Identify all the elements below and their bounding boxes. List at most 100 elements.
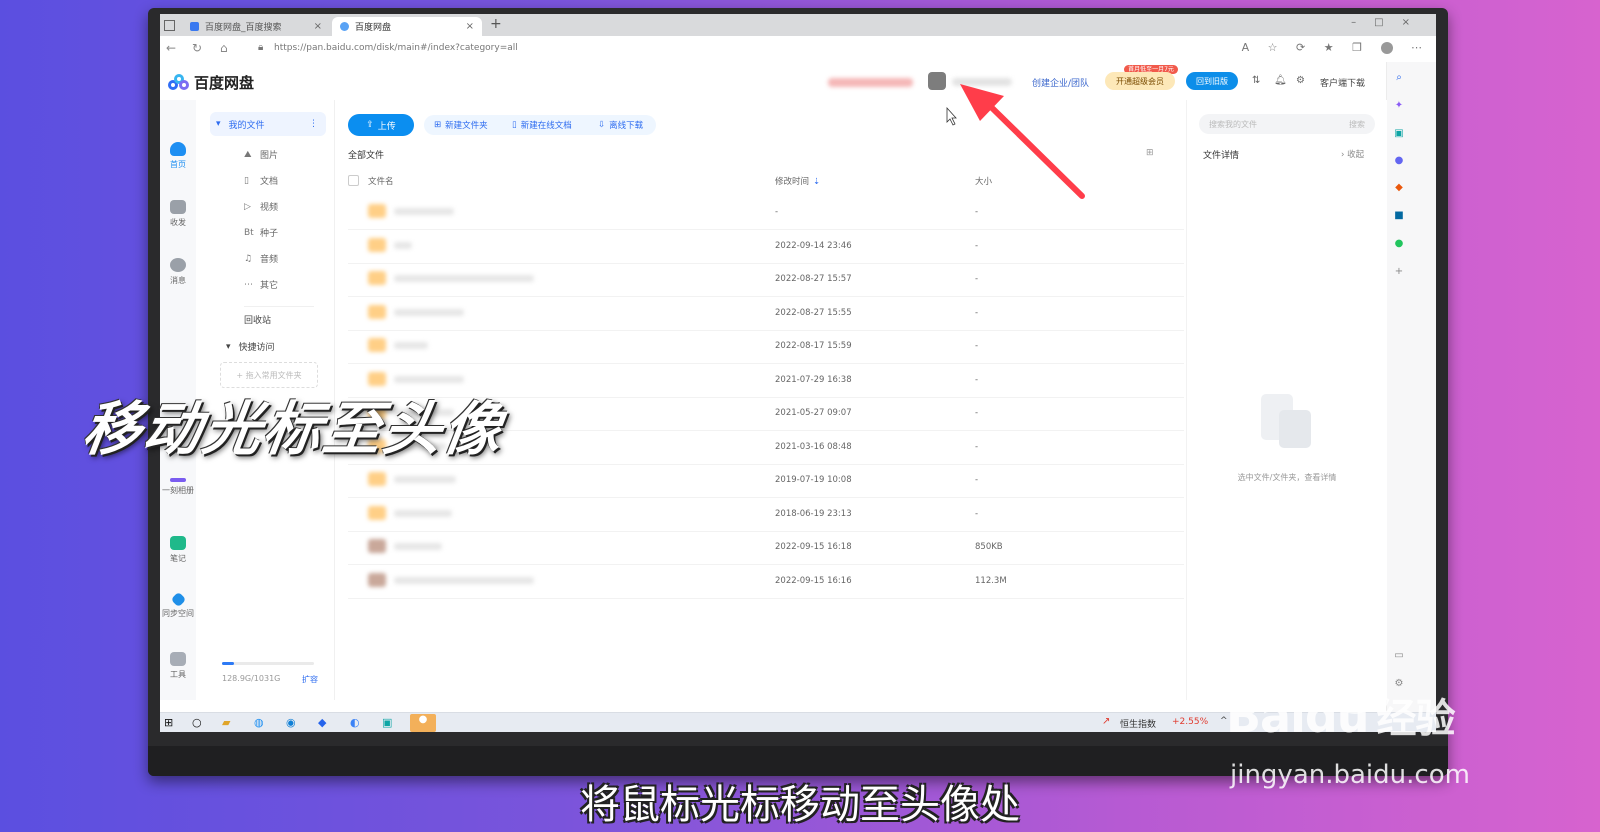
rail-item-album[interactable]: 一刻相册 [160,478,196,496]
new-online-doc-button[interactable]: ▯ 新建在线文档 [504,115,580,135]
nav-category-other[interactable]: ⋯ 其它 [244,278,278,292]
app-icon-5[interactable]: ▣ [382,716,392,729]
column-name[interactable]: 文件名 [368,175,394,187]
new-tab-icon[interactable]: + [490,16,502,32]
sidebar-games-icon[interactable]: ● [1387,238,1411,249]
more-icon[interactable]: ⋯ [1411,41,1422,54]
select-all-checkbox[interactable] [348,175,359,186]
app-icon-3[interactable]: ◆ [318,716,326,729]
favorites-icon[interactable]: ★ [1324,41,1334,54]
breadcrumb[interactable]: 全部文件 [348,148,384,161]
app-logo[interactable]: 百度网盘 [168,72,254,93]
blurred-file-name[interactable] [394,208,454,215]
blurred-file-name[interactable] [394,241,412,249]
upload-button[interactable]: ⇪ 上传 [348,114,414,136]
client-download-link[interactable]: 客户端下载 [1320,76,1365,89]
app-icon-pan-active[interactable]: ● [410,714,436,732]
window-controls[interactable]: –□× [1351,17,1428,28]
cell-modified: 2022-08-27 15:55 [775,307,852,318]
blurred-file-name[interactable] [394,509,452,517]
collections-icon[interactable]: ❐ [1352,41,1362,54]
user-avatar[interactable] [928,72,946,90]
table-row[interactable]: 2022-09-15 16:16 112.3M [348,565,1184,599]
home-icon[interactable]: ⌂ [220,41,228,55]
sidebar-office-icon[interactable]: ◆ [1387,182,1411,193]
nav-my-files[interactable]: ▾ 我的文件 ⋮ [210,112,326,136]
stock-name[interactable]: 恒生指数 [1120,717,1156,730]
sidebar-tools-icon[interactable]: ▣ [1387,128,1411,139]
sidebar-copilot-icon[interactable]: ✦ [1387,100,1411,111]
sidebar-layout-icon[interactable]: ▭ [1387,650,1411,661]
blurred-file-name[interactable] [394,275,534,282]
table-row[interactable]: 2022-08-17 15:59 - [348,330,1184,364]
settings-icon[interactable]: ⚙ [1296,75,1305,86]
read-aloud-icon[interactable]: A [1242,41,1250,54]
old-version-button[interactable]: 回到旧版 [1186,72,1238,90]
nav-category-torrent[interactable]: Bt 种子 [244,226,278,240]
create-enterprise-link[interactable]: 创建企业/团队 [1032,76,1089,89]
more-options-icon[interactable]: ⋮ [309,119,318,129]
back-icon[interactable]: ← [166,41,176,55]
table-row[interactable]: 2022-09-14 23:46 - [348,230,1184,264]
table-row[interactable]: 2022-08-27 15:55 - [348,297,1184,331]
nav-category-docs[interactable]: ▯ 文档 [244,174,278,188]
rail-label: 一刻相册 [162,486,194,495]
blurred-file-name[interactable] [394,342,428,349]
sidebar-add-icon[interactable]: + [1387,266,1411,277]
stock-change[interactable]: +2.55% [1172,717,1208,727]
search-button[interactable]: 搜索 [1349,119,1365,130]
new-folder-button[interactable]: ⊞ 新建文件夹 [426,115,496,135]
blurred-file-name[interactable] [394,476,456,483]
favorite-add-icon[interactable]: ☆ [1268,41,1278,54]
windows-start-icon[interactable]: ⊞ [164,716,173,729]
expand-storage-link[interactable]: 扩容 [302,674,318,685]
column-size[interactable]: 大小 [975,175,992,187]
table-row[interactable]: 2018-06-19 23:13 - [348,498,1184,532]
nav-category-images[interactable]: ⛰ 图片 [244,148,278,162]
profile-icon[interactable] [1380,42,1393,54]
notification-bell-icon[interactable]: 🔔︎ [1274,75,1287,86]
tab-close-icon[interactable]: × [314,21,322,32]
nav-quick-access[interactable]: ▾ 快捷访问 [226,340,275,354]
rail-item-sync[interactable]: 同步空间 [160,591,196,619]
url-field[interactable]: https://pan.baidu.com/disk/main#/index?c… [274,43,518,53]
search-input[interactable]: 搜索我的文件 [1209,119,1257,130]
column-modified[interactable]: 修改时间 ⇣ [775,175,820,187]
rail-item-tools[interactable]: 工具 [160,652,196,680]
tab-baidu-search[interactable]: 百度网盘_百度搜索 × [182,17,330,36]
file-explorer-icon[interactable]: ▰ [222,716,230,729]
collapse-button[interactable]: › 收起 [1341,148,1364,160]
refresh-icon[interactable]: ↻ [192,41,202,55]
transfer-list-icon[interactable]: ⇅ [1252,75,1260,86]
table-row[interactable]: 2019-07-19 10:08 - [348,464,1184,498]
rail-item-notes[interactable]: 笔记 [160,536,196,564]
tab-close-icon[interactable]: × [466,21,474,32]
refresh-ext-icon[interactable]: ⟳ [1296,41,1305,54]
table-row[interactable]: 2022-09-15 16:18 850KB [348,531,1184,565]
edge-browser-icon[interactable]: ◉ [286,716,296,729]
app-icon-4[interactable]: ◐ [350,716,360,729]
search-app-icon[interactable]: ◍ [254,716,264,729]
search-box[interactable]: 搜索我的文件 搜索 [1199,114,1375,134]
view-toggle-icon[interactable]: ⊞ [1146,148,1154,158]
rail-item-messages[interactable]: 消息 [160,258,196,286]
nav-recycle-bin[interactable]: 回收站 [244,306,314,326]
sidebar-search-icon[interactable]: ⌕ [1387,72,1411,83]
blurred-file-name[interactable] [394,576,534,584]
table-row[interactable]: -- [348,196,1184,230]
nav-category-video[interactable]: ▷ 视频 [244,200,278,214]
blurred-file-name[interactable] [394,308,464,316]
tab-actions-icon[interactable] [164,20,175,31]
tab-baidu-pan[interactable]: 百度网盘 × [332,17,482,36]
table-row[interactable]: 2022-08-27 15:57 - [348,263,1184,297]
rail-item-transfer[interactable]: 收发 [160,200,196,228]
nav-category-audio[interactable]: ♫ 音频 [244,252,278,266]
sidebar-outlook-icon[interactable]: ■ [1387,210,1411,221]
blurred-file-name[interactable] [394,543,442,550]
sort-desc-icon[interactable]: ⇣ [813,177,820,187]
sidebar-people-icon[interactable]: ● [1387,155,1411,166]
search-icon[interactable]: ○ [192,716,202,729]
open-vip-button[interactable]: 开通超级会员 [1105,72,1175,90]
rail-item-home[interactable]: 首页 [160,142,196,170]
offline-download-button[interactable]: ⇩ 离线下载 [590,115,651,135]
